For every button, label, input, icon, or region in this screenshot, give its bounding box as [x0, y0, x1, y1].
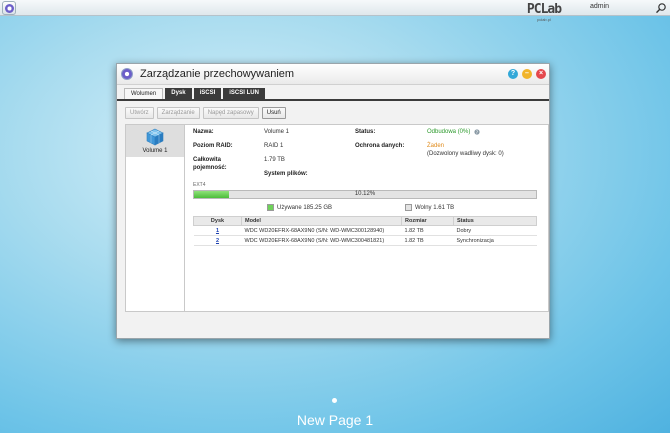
- main-menu-icon: [4, 3, 14, 13]
- remove-button[interactable]: Usuń: [261, 107, 286, 119]
- tab-iscsi[interactable]: iSCSI: [193, 88, 222, 99]
- create-button[interactable]: Utwórz: [125, 107, 154, 119]
- disk-table: Dysk Model Rozmiar Status 1 WDC WD20EFRX…: [193, 216, 537, 246]
- volume-cube-icon: [146, 128, 164, 146]
- capacity-value: 1.79 TB: [264, 157, 285, 163]
- free-swatch: [405, 204, 412, 211]
- disk-status: Dobry: [453, 225, 537, 236]
- disk-table-header: Dysk Model Rozmiar Status: [193, 216, 537, 226]
- col-model[interactable]: Model: [241, 216, 402, 226]
- manage-button[interactable]: Zarządzanie: [156, 107, 200, 119]
- logo-mark: PCLab: [526, 2, 562, 17]
- raid-label: Poziom RAID:: [193, 143, 233, 149]
- toolbar: Utwórz Zarządzanie Napęd zapasowy Usuń: [125, 107, 286, 119]
- disk-model: WDC WD20EFRX-68AX9N0 (S/N: WD-WMC3001289…: [241, 225, 402, 236]
- tab-bar: Wolumen Dysk iSCSI iSCSI LUN: [124, 88, 267, 99]
- filesystem-value: EXT4: [193, 182, 206, 188]
- usage-percent: 10.12%: [354, 191, 376, 197]
- desktop-page-label: New Page 1: [296, 412, 374, 428]
- disk-size: 1.82 TB: [401, 225, 454, 236]
- col-size[interactable]: Rozmiar: [401, 216, 454, 226]
- window-titlebar[interactable]: Zarządzanie przechowywaniem ? – ×: [117, 64, 549, 85]
- volume-item[interactable]: Volume 1: [126, 125, 184, 157]
- disk-link[interactable]: 1: [216, 228, 219, 234]
- disk-link[interactable]: 2: [216, 238, 219, 244]
- watermark-logo: PCLab pclab.pl: [515, 3, 573, 35]
- minimize-button[interactable]: –: [522, 69, 532, 79]
- table-row[interactable]: 1 WDC WD20EFRX-68AX9N0 (S/N: WD-WMC30012…: [193, 225, 537, 236]
- protection-label: Ochrona danych:: [355, 143, 405, 149]
- window-title: Zarządzanie przechowywaniem: [140, 68, 295, 80]
- close-button[interactable]: ×: [536, 69, 546, 79]
- tab-divider: [117, 99, 549, 101]
- tab-volume[interactable]: Wolumen: [124, 88, 164, 99]
- disk-number-cell: 2: [193, 235, 242, 246]
- tab-iscsi-lun[interactable]: iSCSI LUN: [223, 88, 265, 99]
- disk-model: WDC WD20EFRX-68AX9N0 (S/N: WD-WMC3004818…: [241, 235, 402, 246]
- disk-status: Synchronizacja: [453, 235, 537, 246]
- help-button[interactable]: ?: [508, 69, 518, 79]
- volume-list: Volume 1: [126, 125, 185, 311]
- protection-note: (Dozwolony wadliwy dysk: 0): [427, 151, 504, 157]
- storage-app-icon: [121, 68, 133, 80]
- raid-value: RAID 1: [264, 143, 284, 149]
- name-label: Nazwa:: [193, 129, 214, 135]
- capacity-label: Całkowita pojemność:: [193, 157, 227, 171]
- col-disk[interactable]: Dysk: [193, 216, 242, 226]
- content-panel: Volume 1 Nazwa: Volume 1 Status: Odbudow…: [125, 124, 549, 312]
- filesystem-label: System plików:: [264, 171, 308, 177]
- usage-bar: 10.12%: [193, 190, 537, 199]
- main-menu-button[interactable]: [2, 1, 16, 15]
- table-row[interactable]: 2 WDC WD20EFRX-68AX9N0 (S/N: WD-WMC30048…: [193, 235, 537, 246]
- name-value: Volume 1: [264, 129, 290, 135]
- used-legend-label: Używane 185.25 GB: [277, 204, 333, 211]
- status-label: Status:: [355, 129, 376, 135]
- username[interactable]: admin: [590, 3, 609, 10]
- legend-free: Wolny 1.61 TB: [405, 204, 454, 211]
- search-icon[interactable]: [655, 2, 667, 14]
- status-value: Odbudowa (0%): [427, 129, 471, 135]
- disk-size: 1.82 TB: [401, 235, 454, 246]
- hot-spare-button[interactable]: Napęd zapasowy: [202, 107, 259, 119]
- legend-used: Używane 185.25 GB: [267, 204, 332, 211]
- protection-value: Żaden: [427, 143, 445, 149]
- page-indicator-dot[interactable]: [332, 398, 337, 403]
- disk-number-cell: 1: [193, 225, 242, 236]
- free-legend-label: Wolny 1.61 TB: [415, 204, 455, 211]
- used-swatch: [267, 204, 274, 211]
- tab-disk[interactable]: Dysk: [165, 88, 192, 99]
- storage-manager-window: Zarządzanie przechowywaniem ? – × Wolume…: [116, 63, 550, 339]
- info-icon[interactable]: ?: [474, 129, 480, 135]
- col-status[interactable]: Status: [453, 216, 537, 226]
- logo-sub: pclab.pl: [537, 17, 551, 22]
- volume-item-label: Volume 1: [142, 148, 168, 154]
